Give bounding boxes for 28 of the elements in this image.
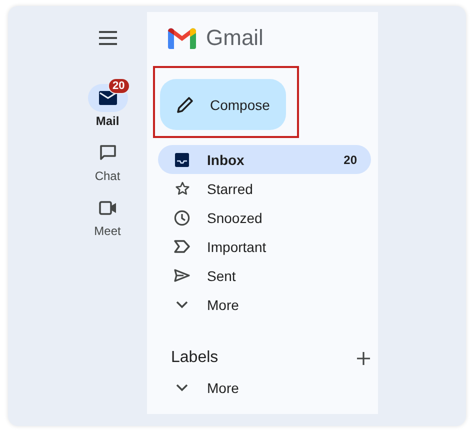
section-heading: Labels [171,349,218,367]
clock-icon [174,210,190,226]
label-item[interactable]: More [158,373,371,402]
send-icon [174,269,190,282]
pencil-icon [176,96,194,114]
unread-badge: 20 [108,78,130,94]
rail-item[interactable]: Chat [88,139,128,183]
chevron-down-icon [176,300,188,308]
chevron-down-icon [176,384,188,392]
compose-button[interactable]: Compose [160,79,286,130]
menu-icon [98,31,116,45]
add-label-button[interactable] [355,350,371,366]
label-icon [174,240,190,253]
chat-icon [98,144,116,162]
app-name: Gmail [206,25,264,51]
rail-item[interactable]: Meet [88,194,128,238]
plus-icon [356,352,370,364]
folder-item[interactable]: Sent [158,261,371,290]
video-icon [98,201,116,215]
envelope-icon [98,91,116,105]
logo-icon [168,27,196,49]
folder-item[interactable]: Important [158,232,371,261]
star-icon [174,181,190,196]
inbox-icon [175,152,189,166]
folder-item[interactable]: Snoozed [158,203,371,232]
folder-item[interactable]: Starred [158,174,371,203]
folder-item[interactable]: More [158,290,371,319]
folder-item[interactable]: Inbox 20 [158,145,371,174]
